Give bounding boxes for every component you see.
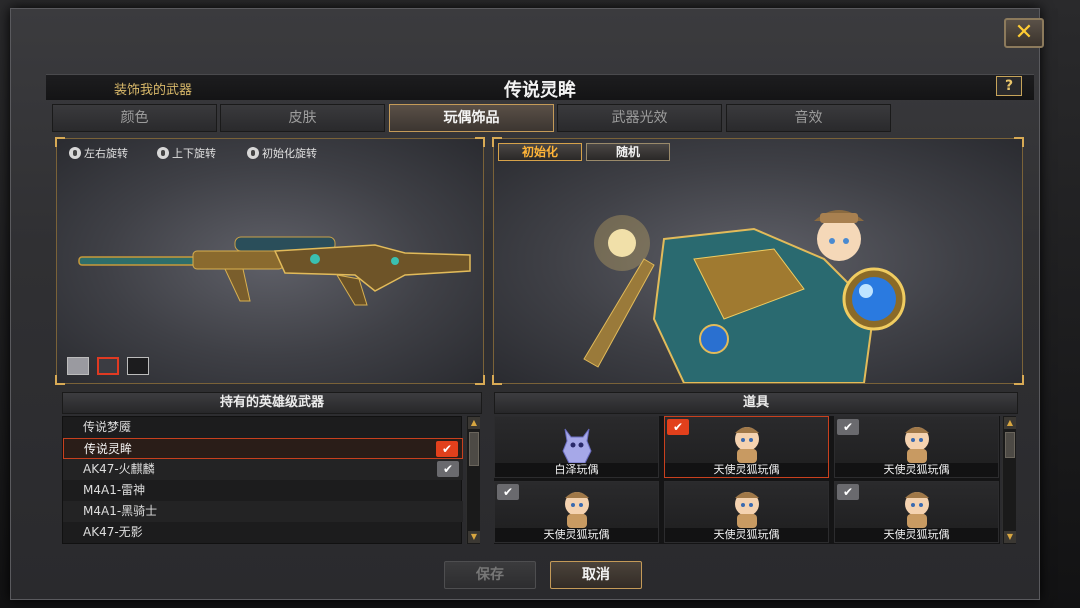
- checkmark-icon: ✔: [497, 484, 519, 500]
- angel-fox-doll-icon: [735, 492, 759, 528]
- help-button[interactable]: ?: [996, 76, 1022, 96]
- checkmark-icon: ✔: [437, 461, 459, 477]
- list-item[interactable]: AK47-火麒麟 ✔: [63, 459, 463, 480]
- weapon-preview-panel[interactable]: 左右旋转 上下旋转 初始化旋转: [55, 137, 485, 385]
- list-item[interactable]: M4A1-黑骑士: [63, 501, 463, 522]
- rotate-up-down-control[interactable]: 上下旋转: [157, 145, 216, 161]
- baize-doll-icon: [562, 428, 592, 464]
- angel-fox-doll-icon: [735, 427, 759, 463]
- mouse-icon: [157, 147, 169, 159]
- list-item[interactable]: AK47-无影: [63, 522, 463, 543]
- scroll-down-arrow-icon[interactable]: ▼: [468, 531, 480, 543]
- list-item[interactable]: 传说灵眸 ✔: [63, 438, 463, 459]
- items-grid-scrollbar[interactable]: ▲ ▼: [1002, 416, 1016, 544]
- items-header: 道具: [494, 392, 1018, 414]
- weapon-closeup-with-doll-image: [583, 210, 906, 383]
- tab-sound-effects[interactable]: 音效: [726, 104, 891, 132]
- scroll-thumb[interactable]: [1005, 432, 1015, 458]
- scroll-up-arrow-icon[interactable]: ▲: [1004, 417, 1016, 429]
- angel-fox-doll-icon: [905, 427, 929, 463]
- background-swatch-medium[interactable]: [97, 357, 119, 375]
- doll-item-angel-fox[interactable]: ✔ 天使灵狐玩偶: [664, 416, 829, 478]
- background-swatch-light[interactable]: [67, 357, 89, 375]
- random-doll-button[interactable]: 随机: [586, 143, 670, 161]
- tab-color[interactable]: 颜色: [52, 104, 217, 132]
- doll-item-angel-fox[interactable]: 天使灵狐玩偶: [664, 481, 829, 543]
- scroll-thumb[interactable]: [469, 432, 479, 466]
- save-button[interactable]: 保存: [444, 561, 536, 589]
- mouse-icon: [69, 147, 81, 159]
- sniper-rifle-image: [78, 236, 471, 306]
- tab-skin[interactable]: 皮肤: [220, 104, 385, 132]
- hero-weapons-header: 持有的英雄级武器: [62, 392, 482, 414]
- tab-weapon-effects[interactable]: 武器光效: [557, 104, 722, 132]
- dialog-title: 传说灵眸: [504, 80, 576, 101]
- cancel-button[interactable]: 取消: [550, 561, 642, 589]
- mouse-icon: [247, 147, 259, 159]
- checkmark-icon: ✔: [667, 419, 689, 435]
- doll-items-grid: 白泽玩偶 ✔ 天使灵狐玩偶 ✔ 天使灵狐玩偶 ✔ 天使灵狐玩偶 天使灵狐玩偶 ✔…: [494, 416, 1000, 544]
- checkmark-icon: ✔: [837, 419, 859, 435]
- reset-doll-button[interactable]: 初始化: [498, 143, 582, 161]
- angel-fox-doll-icon: [905, 492, 929, 528]
- dialog-header: 装饰我的武器 传说灵眸: [46, 74, 1034, 101]
- doll-item-angel-fox[interactable]: ✔ 天使灵狐玩偶: [834, 416, 999, 478]
- weapon-list-scrollbar[interactable]: ▲ ▼: [466, 416, 480, 544]
- close-icon: ✕: [1014, 20, 1034, 45]
- checkmark-icon: ✔: [837, 484, 859, 500]
- doll-item-baize[interactable]: 白泽玩偶: [494, 416, 659, 478]
- reset-rotation-control[interactable]: 初始化旋转: [247, 145, 317, 161]
- tab-doll-accessory[interactable]: 玩偶饰品: [389, 104, 554, 132]
- angel-fox-doll-icon: [565, 492, 589, 528]
- scroll-down-arrow-icon[interactable]: ▼: [1004, 531, 1016, 543]
- scroll-up-arrow-icon[interactable]: ▲: [468, 417, 480, 429]
- doll-item-angel-fox[interactable]: ✔ 天使灵狐玩偶: [834, 481, 999, 543]
- doll-item-angel-fox[interactable]: ✔ 天使灵狐玩偶: [494, 481, 659, 543]
- background-swatch-dark[interactable]: [127, 357, 149, 375]
- doll-preview-panel[interactable]: 初始化 随机: [492, 137, 1024, 385]
- checkmark-icon: ✔: [436, 441, 458, 457]
- hero-weapons-list: 传说梦魇 传说灵眸 ✔ AK47-火麒麟 ✔ M4A1-雷神 M4A1-黑骑士 AK…: [62, 416, 463, 544]
- list-item[interactable]: M4A1-雷神: [63, 480, 463, 501]
- close-button[interactable]: ✕: [1004, 18, 1044, 48]
- help-icon: ?: [1004, 78, 1014, 94]
- rotate-left-right-control[interactable]: 左右旋转: [69, 145, 128, 161]
- list-item[interactable]: 传说梦魇: [63, 417, 463, 438]
